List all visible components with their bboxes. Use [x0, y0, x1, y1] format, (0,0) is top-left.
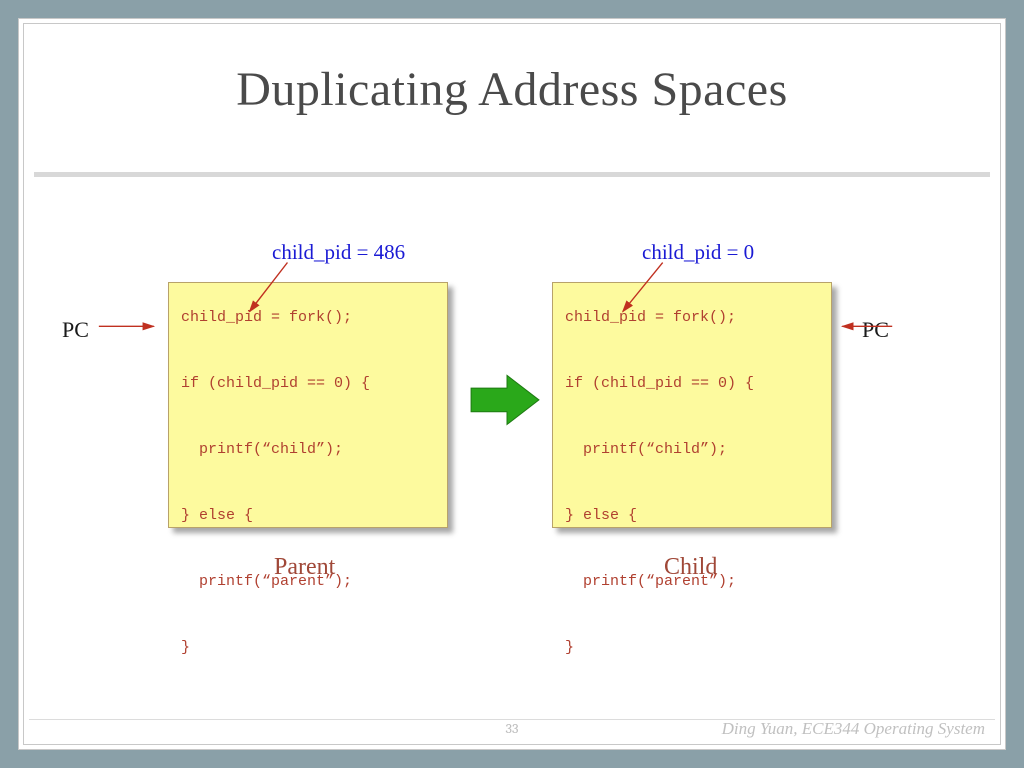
content-area: child_pid = 486 child_pid = 0 PC PC chil…	[24, 184, 1000, 714]
fork-arrow-icon	[471, 375, 539, 424]
parent-code-box: child_pid = fork(); if (child_pid == 0) …	[168, 282, 448, 528]
footer: 33 Ding Yuan, ECE344 Operating System	[29, 719, 995, 739]
pc-label-right: PC	[862, 317, 889, 343]
divider	[34, 172, 990, 177]
inner-frame: Duplicating Address Spaces child_pid = 4…	[23, 23, 1001, 745]
slide-title: Duplicating Address Spaces	[24, 62, 1000, 117]
footer-credit: Ding Yuan, ECE344 Operating System	[722, 719, 985, 739]
pc-label-left: PC	[62, 317, 89, 343]
child-caption: Child	[664, 554, 717, 581]
parent-pid-label: child_pid = 486	[272, 240, 405, 265]
parent-caption: Parent	[274, 554, 335, 581]
child-pid-label: child_pid = 0	[642, 240, 754, 265]
child-code-box: child_pid = fork(); if (child_pid == 0) …	[552, 282, 832, 528]
outer-frame: Duplicating Address Spaces child_pid = 4…	[18, 18, 1006, 750]
